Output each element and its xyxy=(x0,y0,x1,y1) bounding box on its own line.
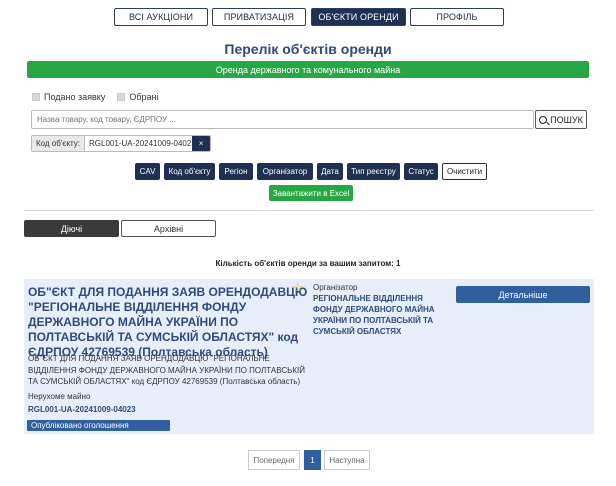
filter-chip-label: Код об'єкту: xyxy=(32,136,86,151)
search-button[interactable]: ПОШУК xyxy=(535,110,587,129)
filter-checkboxes: Подано заявку Обрані xyxy=(32,92,158,102)
details-button[interactable]: Детальніше xyxy=(456,286,590,303)
nav-rental-objects[interactable]: ОБ'ЄКТИ ОРЕНДИ xyxy=(311,8,406,26)
sort-date-button[interactable]: Дата xyxy=(317,163,343,180)
sort-register-type-button[interactable]: Тип реєстру xyxy=(347,163,400,180)
organizer-label: Організатор xyxy=(313,283,358,292)
item-description: ОБ"ЄКТ ДЛЯ ПОДАННЯ ЗАЯВ ОРЕНДОДАВЦЮ "РЕГ… xyxy=(28,354,305,386)
results-count: Кількість об'єктів оренди за вашим запит… xyxy=(215,259,401,268)
filter-chip-value[interactable]: RGL001-UA-20241009-04023 xyxy=(85,136,193,151)
applied-checkbox[interactable]: Подано заявку xyxy=(32,92,105,102)
category-banner[interactable]: Оренда державного та комунального майна xyxy=(27,61,589,78)
prev-page-button[interactable]: Попередня xyxy=(248,450,300,470)
current-page-button[interactable]: 1 xyxy=(304,450,321,470)
nav-privatization[interactable]: ПРИВАТИЗАЦІЯ xyxy=(212,8,306,26)
checkbox-box[interactable] xyxy=(32,93,40,101)
status-badge: Опубліковано оголошення xyxy=(27,420,170,431)
sort-status-button[interactable]: Статус xyxy=(404,163,438,180)
divider xyxy=(24,210,594,211)
sort-object-code-button[interactable]: Код об'єкту xyxy=(164,163,215,180)
search-input[interactable] xyxy=(31,110,534,129)
checkbox-box[interactable] xyxy=(117,93,126,101)
sort-region-button[interactable]: Регіон xyxy=(219,163,253,180)
search-button-label: ПОШУК xyxy=(550,114,583,125)
sort-organizer-button[interactable]: Організатор xyxy=(257,163,313,180)
close-icon[interactable]: × xyxy=(192,136,211,151)
nav-profile[interactable]: ПРОФІЛЬ xyxy=(410,8,504,26)
organizer-name: РЕГІОНАЛЬНЕ ВІДДІЛЕННЯ ФОНДУ ДЕРЖАВНОГО … xyxy=(313,294,435,336)
tab-active[interactable]: Діючі xyxy=(24,220,119,237)
item-type: Нерухоме майно xyxy=(28,392,91,401)
item-code: RGL001-UA-20241009-04023 xyxy=(28,405,136,414)
result-card: ОБ"ЄКТ ДЛЯ ПОДАННЯ ЗАЯВ ОРЕНДОДАВЦЮ "РЕГ… xyxy=(24,279,594,434)
next-page-button[interactable]: Наступна xyxy=(324,450,370,470)
applied-checkbox-label: Подано заявку xyxy=(44,92,106,102)
page-title: Перелік об'єктів оренди xyxy=(224,41,392,57)
active-filter-chip: Код об'єкту: RGL001-UA-20241009-04023 × xyxy=(31,135,212,152)
favorites-checkbox[interactable]: Обрані xyxy=(117,92,158,102)
tab-archived[interactable]: Архівні xyxy=(121,220,216,237)
download-excel-button[interactable]: Завантажити в Excel xyxy=(269,185,353,201)
search-icon xyxy=(539,115,548,124)
sort-buttons-row: CAV Код об'єкту Регіон Організатор Дата … xyxy=(0,163,616,180)
star-icon[interactable]: ☆ xyxy=(292,281,304,294)
nav-all-auctions[interactable]: ВСІ АУКЦІОНИ xyxy=(114,8,208,26)
favorites-checkbox-label: Обрані xyxy=(129,92,159,102)
sort-cav-button[interactable]: CAV xyxy=(135,163,160,180)
pagination: Попередня 1 Наступна xyxy=(0,450,616,470)
item-title[interactable]: ОБ"ЄКТ ДЛЯ ПОДАННЯ ЗАЯВ ОРЕНДОДАВЦЮ "РЕГ… xyxy=(28,285,310,360)
clear-filters-button[interactable]: Очистити xyxy=(442,163,487,180)
top-navigation: ВСІ АУКЦІОНИ ПРИВАТИЗАЦІЯ ОБ'ЄКТИ ОРЕНДИ… xyxy=(0,8,616,26)
